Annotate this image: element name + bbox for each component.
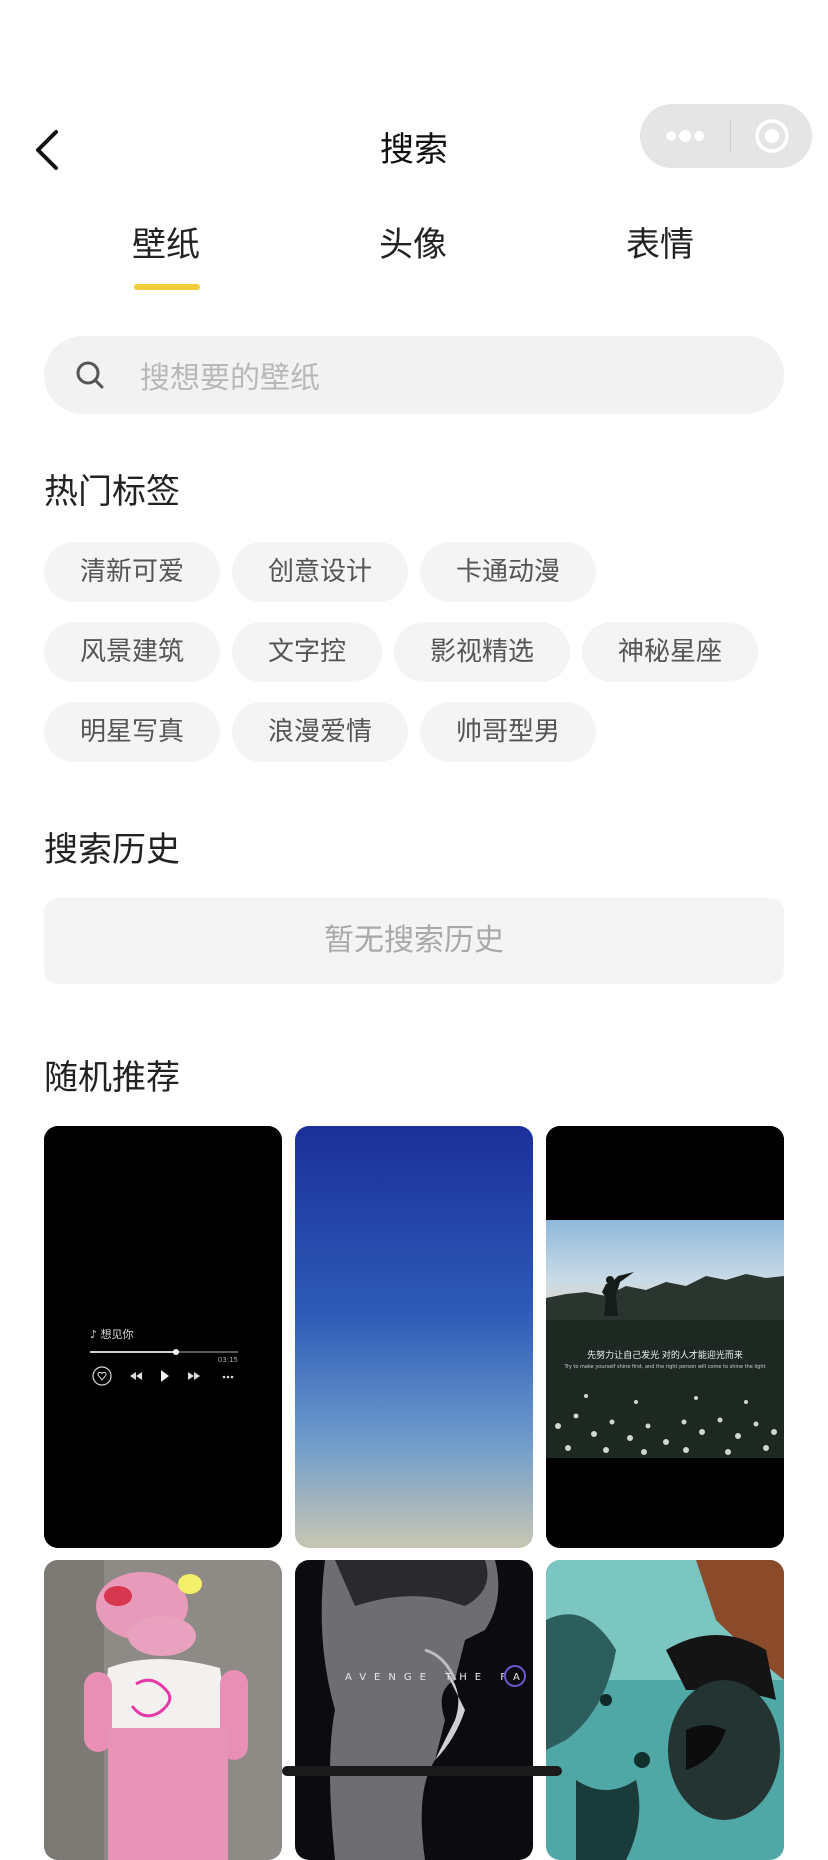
- tag-row: 明星写真 浪漫爱情 帅哥型男: [44, 702, 784, 762]
- wallpaper-card[interactable]: [295, 1126, 533, 1548]
- home-indicator: [282, 1766, 562, 1776]
- category-tabs: 壁纸 头像 表情: [0, 220, 828, 290]
- photo-caption: 先努力让自己发光 对的人才能迎光而来: [587, 1349, 743, 1361]
- tag-chip[interactable]: 风景建筑: [44, 622, 221, 682]
- more-dots-icon: [666, 130, 704, 142]
- tag-chip[interactable]: 影视精选: [394, 622, 571, 682]
- music-player-thumbnail: ♪ 想见你 03:15: [44, 1126, 282, 1548]
- song-time: 03:15: [218, 1356, 238, 1364]
- tag-chip[interactable]: 神秘星座: [582, 622, 759, 682]
- wallpaper-card[interactable]: [546, 1560, 784, 1860]
- photo-caption-en: Try to make yourself shine first, and th…: [564, 1364, 766, 1370]
- grunge-portrait-thumbnail: [546, 1560, 784, 1860]
- tag-chip[interactable]: 创意设计: [232, 542, 409, 602]
- tab-sticker[interactable]: 表情: [580, 220, 740, 270]
- wallpaper-card[interactable]: ♪ 想见你 03:15: [44, 1126, 282, 1548]
- tag-chip[interactable]: 明星写真: [44, 702, 221, 762]
- tab-avatar[interactable]: 头像: [333, 220, 493, 270]
- tag-chip[interactable]: 卡通动漫: [420, 542, 597, 602]
- pink-toy-thumbnail: [44, 1560, 282, 1860]
- tag-chip[interactable]: 清新可爱: [44, 542, 221, 602]
- wallpaper-card[interactable]: [44, 1560, 282, 1860]
- wallpaper-card[interactable]: AVENGE THE FA: [295, 1560, 533, 1860]
- dandelion-field-thumbnail: 先努力让自己发光 对的人才能迎光而来 Try to make yourself …: [546, 1126, 784, 1548]
- tab-wallpaper[interactable]: 壁纸: [86, 220, 246, 290]
- hot-tags-list: 清新可爱 创意设计 卡通动漫 风景建筑 文字控 影视精选 神秘星座 明星写真 浪…: [44, 542, 784, 782]
- tab-label: 表情: [626, 225, 694, 265]
- more-button[interactable]: [640, 104, 730, 168]
- song-title: ♪ 想见你: [90, 1327, 134, 1341]
- search-input[interactable]: 搜想要的壁纸: [44, 336, 784, 414]
- search-history-empty: 暂无搜索历史: [44, 898, 784, 984]
- tag-row: 风景建筑 文字控 影视精选 神秘星座: [44, 622, 784, 682]
- gradient-sky-thumbnail: [295, 1126, 533, 1548]
- movie-caption: AVENGE THE FA: [345, 1672, 528, 1683]
- avengers-portrait-thumbnail: AVENGE THE FA: [295, 1560, 533, 1860]
- active-tab-indicator: [134, 284, 200, 290]
- close-mini-program-button[interactable]: [731, 104, 812, 168]
- tab-label: 壁纸: [132, 225, 200, 265]
- tag-chip[interactable]: 浪漫爱情: [232, 702, 409, 762]
- search-icon: [74, 359, 126, 391]
- recommend-title: 随机推荐: [44, 1058, 180, 1098]
- mini-program-capsule: [640, 104, 812, 168]
- tag-chip[interactable]: 帅哥型男: [420, 702, 597, 762]
- search-placeholder: 搜想要的壁纸: [140, 361, 320, 396]
- tag-row: 清新可爱 创意设计 卡通动漫: [44, 542, 784, 602]
- hot-tags-title: 热门标签: [44, 472, 180, 512]
- nav-bar: 搜索: [0, 0, 828, 200]
- wallpaper-card[interactable]: 先努力让自己发光 对的人才能迎光而来 Try to make yourself …: [546, 1126, 784, 1548]
- search-history-title: 搜索历史: [44, 830, 180, 870]
- tab-label: 头像: [379, 225, 447, 265]
- tag-chip[interactable]: 文字控: [232, 622, 383, 682]
- target-circle-icon: [754, 119, 789, 153]
